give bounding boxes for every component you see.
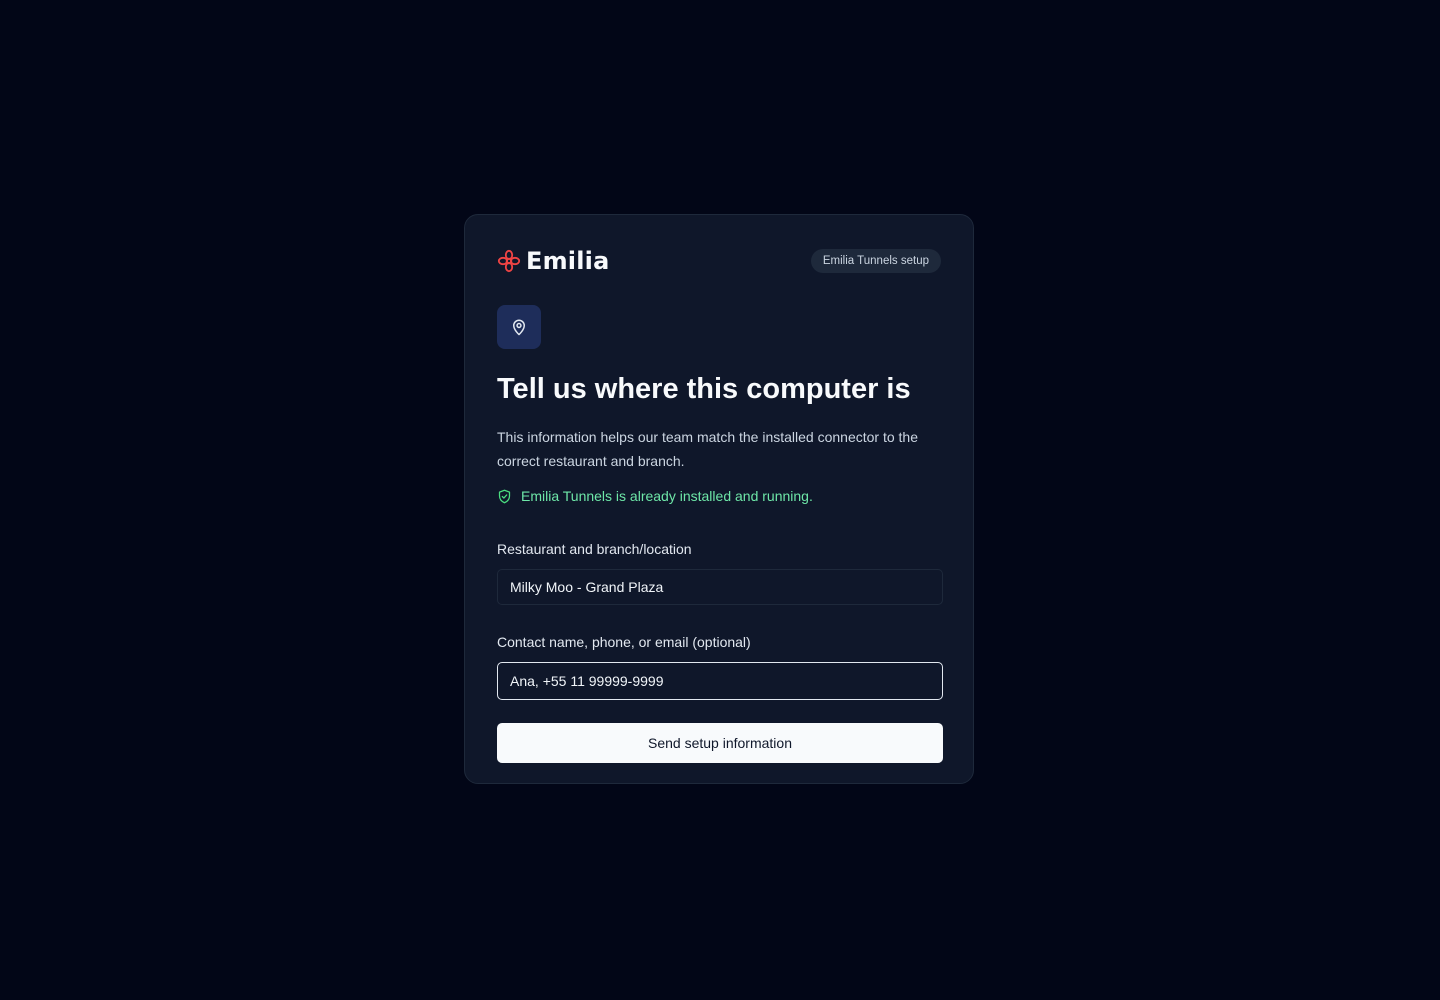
location-icon-tile	[497, 305, 541, 349]
setup-card: Emilia Emilia Tunnels setup Tell us wher…	[464, 214, 974, 784]
map-pin-icon	[513, 319, 525, 336]
send-setup-button[interactable]: Send setup information	[497, 723, 943, 763]
page-description: This information helps our team match th…	[497, 429, 918, 469]
brand: Emilia	[497, 247, 609, 275]
contact-label: Contact name, phone, or email (optional)	[497, 634, 751, 650]
contact-input[interactable]	[497, 662, 943, 700]
location-input[interactable]	[497, 569, 943, 605]
brand-name: Emilia	[526, 247, 610, 275]
install-status-text: Emilia Tunnels is already installed and …	[521, 488, 813, 504]
shield-check-icon	[498, 489, 511, 503]
card-header: Emilia Emilia Tunnels setup	[497, 247, 941, 275]
location-label: Restaurant and branch/location	[497, 541, 692, 557]
page-title: Tell us where this computer is	[497, 373, 911, 405]
flower-icon	[497, 249, 521, 273]
install-status: Emilia Tunnels is already installed and …	[497, 487, 941, 505]
setup-badge: Emilia Tunnels setup	[810, 249, 941, 273]
